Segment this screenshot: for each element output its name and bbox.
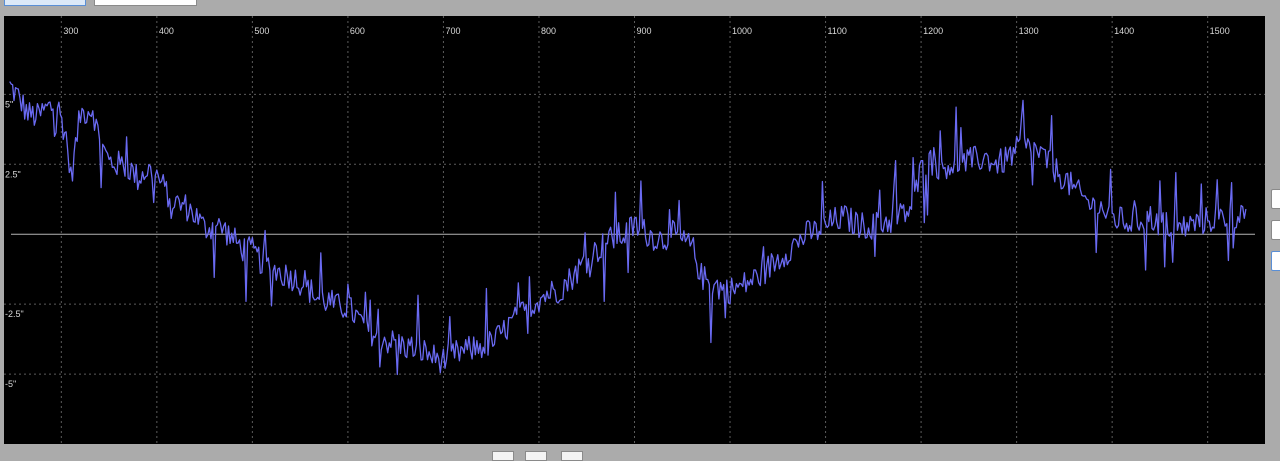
x-tick-label: 300	[63, 26, 78, 36]
x-tick-label: 600	[350, 26, 365, 36]
y-tick-label: -5"	[5, 379, 16, 389]
x-tick-label: 1200	[923, 26, 943, 36]
side-button-1[interactable]	[1271, 189, 1280, 209]
x-tick-label: 800	[541, 26, 556, 36]
side-button-2[interactable]	[1271, 220, 1280, 240]
nav-button-first[interactable]	[492, 451, 514, 461]
nav-button-second[interactable]	[525, 451, 547, 461]
y-tick-label: -2.5"	[5, 309, 24, 319]
toolbar-button-secondary[interactable]	[94, 0, 197, 6]
line-chart: 300 400 500 600 700 800 900 1000 1100 1200 1300 140…	[4, 16, 1265, 444]
x-tick-label: 500	[254, 26, 269, 36]
y-tick-label: 2.5"	[5, 169, 21, 179]
plot-area[interactable]: 300 400 500 600 700 800 900 1000 1100 1200 1300 140…	[4, 16, 1265, 444]
x-tick-label: 900	[637, 26, 652, 36]
x-tick-label: 1500	[1210, 26, 1230, 36]
x-tick-label: 1000	[732, 26, 752, 36]
x-tick-label: 1400	[1114, 26, 1134, 36]
x-tick-label: 1300	[1019, 26, 1039, 36]
x-tick-label: 400	[159, 26, 174, 36]
side-button-3[interactable]	[1271, 251, 1280, 271]
series-line	[9, 81, 1247, 376]
y-tick-label: 5"	[5, 99, 13, 109]
toolbar-button-primary[interactable]	[4, 0, 86, 6]
x-tick-label: 700	[445, 26, 460, 36]
x-tick-label: 1100	[828, 26, 847, 36]
nav-button-third[interactable]	[561, 451, 583, 461]
